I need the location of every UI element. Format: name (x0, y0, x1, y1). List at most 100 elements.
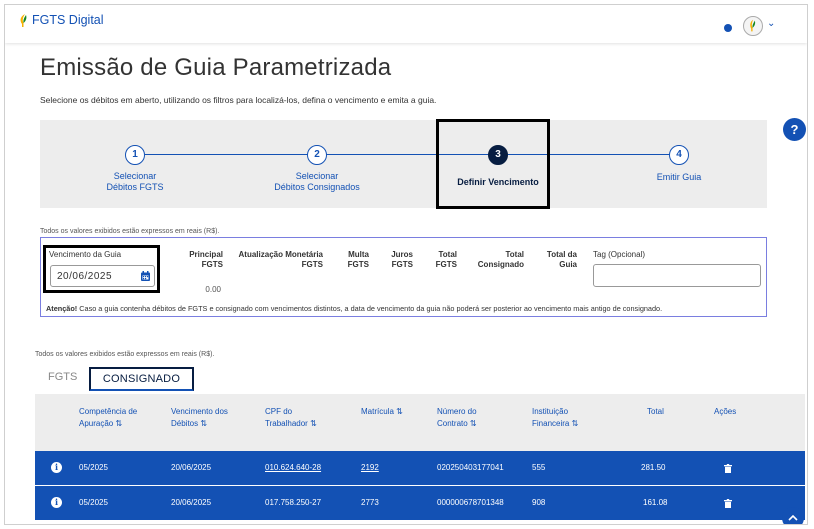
th-competencia[interactable]: Competência de Apuração ⇅ (79, 406, 137, 430)
step-1-number: 1 (125, 145, 145, 165)
col-principal-line1: Principal (189, 250, 223, 259)
leaf-logo-icon (20, 13, 27, 27)
attention-label: Atenção! (46, 304, 78, 313)
th-vencimento-line2: Débitos ⇅ (171, 419, 208, 428)
info-icon[interactable]: i (51, 497, 62, 508)
th-acoes: Ações (714, 406, 736, 418)
scroll-to-top-button[interactable] (782, 507, 804, 524)
logo-text: FGTS Digital (32, 13, 104, 27)
stepper: 1 Selecionar Débitos FGTS 2 Selecionar D… (40, 120, 767, 208)
table-row: i 05/2025 20/06/2025 017.758.250-27 2773… (35, 486, 805, 520)
cell-competencia: 05/2025 (79, 463, 108, 472)
col-total-fgts-line1: Total (438, 250, 457, 259)
col-atualizacao-line1: Atualização Monetária (238, 250, 323, 259)
th-instituicao[interactable]: Instituição Financeira ⇅ (532, 406, 578, 430)
col-juros-line2: FGTS (391, 260, 413, 269)
col-total-fgts-line2: FGTS (435, 260, 457, 269)
th-competencia-line1: Competência de (79, 407, 138, 416)
col-total-fgts: Total FGTS (425, 250, 457, 270)
info-icon[interactable]: i (51, 462, 62, 473)
cell-total: 281.50 (641, 463, 666, 472)
cell-vencimento: 20/06/2025 (171, 498, 212, 507)
col-atualizacao-line2: FGTS (301, 260, 323, 269)
tab-consignado[interactable]: CONSIGNADO (89, 367, 194, 391)
step-4[interactable]: 4 Emitir Guia (614, 145, 744, 183)
th-cpf-line2: Trabalhador ⇅ (265, 419, 317, 428)
table-header: Competência de Apuração ⇅ Vencimento dos… (35, 394, 805, 451)
th-acoes-line1: Ações (714, 407, 737, 416)
chevron-down-icon[interactable]: ⌄ (767, 18, 775, 29)
due-date-value[interactable]: 20/06/2025 (57, 271, 112, 282)
page-subtitle: Selecione os débitos em aberto, utilizan… (40, 95, 437, 105)
cell-instituicao: 555 (532, 463, 546, 472)
step-2-label-line2: Débitos Consignados (274, 182, 360, 192)
step-1-label: Selecionar Débitos FGTS (70, 171, 200, 193)
col-total-guia: Total da Guia (535, 250, 577, 270)
help-button[interactable]: ? (783, 118, 806, 141)
col-total-guia-line1: Total da (546, 250, 577, 259)
notification-dot-icon[interactable] (724, 24, 732, 32)
avatar-leaf-icon (750, 19, 756, 32)
user-avatar-icon[interactable] (743, 16, 763, 36)
principal-fgts-value: 0.00 (205, 285, 221, 294)
step-1-label-line1: Selecionar (113, 171, 157, 181)
table-row: i 05/2025 20/06/2025 010.624.640-28 2192… (35, 451, 805, 485)
col-total-consignado: Total Consignado (471, 250, 524, 270)
th-contrato-line1: Número do (437, 407, 477, 416)
table-currency-note: Todos os valores exibidos estão expresso… (35, 351, 215, 358)
col-total-guia-line2: Guia (559, 260, 577, 269)
th-matricula-line1: Matrícula ⇅ (361, 407, 403, 416)
th-total-line1: Total (647, 407, 664, 416)
page-title: Emissão de Guia Parametrizada (40, 54, 392, 81)
th-matricula[interactable]: Matrícula ⇅ (361, 406, 403, 418)
col-multa-fgts: Multa FGTS (335, 250, 369, 270)
attention-notice: Atenção! Caso a guia contenha débitos de… (46, 304, 662, 313)
attention-text: Caso a guia contenha débitos de FGTS e c… (77, 304, 663, 313)
col-principal-fgts: Principal FGTS (183, 250, 223, 270)
currency-note: Todos os valores exibidos estão expresso… (40, 228, 220, 235)
tab-fgts[interactable]: FGTS (48, 371, 77, 383)
cell-contrato: 000000678701348 (437, 498, 504, 507)
th-vencimento-line1: Vencimento dos (171, 407, 228, 416)
th-total: Total (647, 406, 664, 418)
cell-competencia: 05/2025 (79, 498, 108, 507)
step-2-label-line1: Selecionar (295, 171, 339, 181)
trash-icon[interactable] (724, 464, 732, 473)
col-atualizacao-fgts: Atualização Monetária FGTS (233, 250, 323, 270)
app-frame: FGTS Digital ⌄ ? Emissão de Guia Paramet… (4, 4, 808, 525)
cell-cpf-link[interactable]: 010.624.640-28 (265, 463, 321, 472)
cell-contrato: 020250403177041 (437, 463, 504, 472)
th-instituicao-line1: Instituição (532, 407, 569, 416)
tag-label: Tag (Opcional) (593, 250, 646, 259)
calendar-icon[interactable] (141, 271, 150, 281)
step-1[interactable]: 1 Selecionar Débitos FGTS (70, 145, 200, 193)
th-contrato[interactable]: Número do Contrato ⇅ (437, 406, 477, 430)
col-multa-line2: FGTS (347, 260, 369, 269)
cell-cpf[interactable]: 017.758.250-27 (265, 498, 321, 507)
th-instituicao-line2: Financeira ⇅ (532, 419, 579, 428)
th-cpf[interactable]: CPF do Trabalhador ⇅ (265, 406, 317, 430)
cell-matricula-link[interactable]: 2192 (361, 463, 379, 472)
col-multa-line1: Multa (348, 250, 369, 259)
step-2[interactable]: 2 Selecionar Débitos Consignados (252, 145, 382, 193)
col-total-consig-line1: Total (505, 250, 524, 259)
tag-input[interactable] (593, 264, 761, 287)
due-date-label: Vencimento da Guia (49, 250, 122, 259)
step-2-number: 2 (307, 145, 327, 165)
cell-total: 161.08 (643, 498, 668, 507)
th-cpf-line1: CPF do (265, 407, 293, 416)
trash-icon[interactable] (724, 499, 732, 508)
chevron-up-icon (788, 514, 798, 521)
app-logo[interactable]: FGTS Digital (19, 13, 104, 27)
col-total-consig-line2: Consignado (477, 260, 524, 269)
col-juros-line1: Juros (391, 250, 413, 259)
cell-vencimento: 20/06/2025 (171, 463, 212, 472)
col-juros-fgts: Juros FGTS (383, 250, 413, 270)
active-step-highlight (436, 119, 550, 209)
step-4-label: Emitir Guia (656, 172, 702, 182)
cell-instituicao: 908 (532, 498, 546, 507)
cell-matricula[interactable]: 2773 (361, 498, 379, 507)
step-4-number: 4 (669, 145, 689, 165)
step-2-label: Selecionar Débitos Consignados (252, 171, 382, 193)
th-vencimento[interactable]: Vencimento dos Débitos ⇅ (171, 406, 228, 430)
